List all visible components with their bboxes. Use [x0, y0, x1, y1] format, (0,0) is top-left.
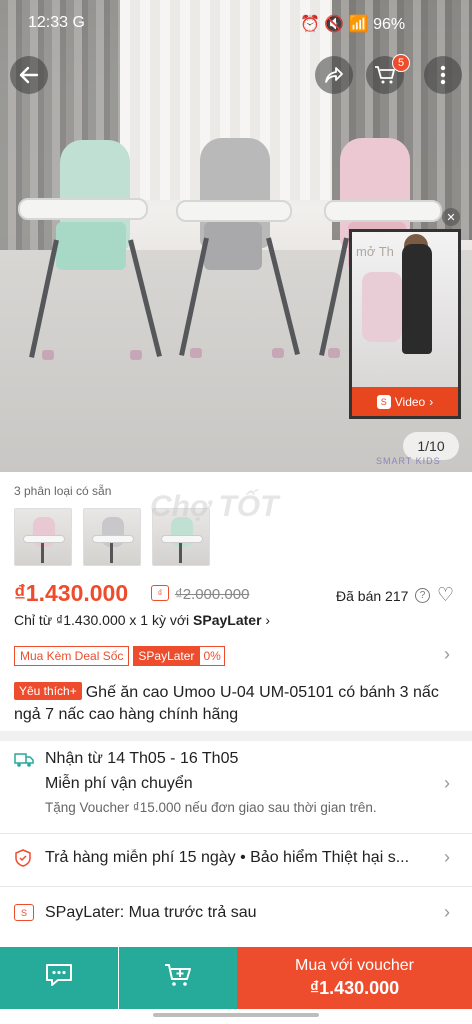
original-price: ₫2.000.000: [175, 586, 250, 603]
mute-icon: 🔇: [324, 16, 345, 33]
installment-brand: SPayLater: [193, 612, 262, 628]
chevron-right-icon: ›: [429, 394, 434, 409]
add-to-cart-button[interactable]: [119, 947, 237, 1009]
buy-label: Mua với voucher: [295, 957, 414, 974]
current-price: ₫1.430.000: [14, 580, 129, 606]
favorite-plus-badge: Yêu thích+: [14, 682, 82, 700]
status-time: 12:33 G: [28, 14, 85, 31]
brand-watermark: SMART KIDS: [376, 456, 441, 466]
high-chair-mint: [18, 140, 168, 370]
close-video-icon[interactable]: ✕: [442, 208, 460, 226]
chotot-watermark: Chợ TỐT: [150, 490, 279, 523]
wifi-icon: 📶: [348, 16, 369, 33]
chevron-right-icon[interactable]: ›: [444, 773, 450, 794]
return-policy[interactable]: Trả hàng miễn phí 15 ngày • Bảo hiểm Thi…: [45, 849, 443, 867]
cart-count-badge: 5: [392, 54, 410, 72]
shield-icon: [14, 849, 32, 872]
add-to-cart-icon: [163, 962, 193, 995]
status-icons: ⏰ 🔇 📶 96%: [300, 14, 405, 34]
chat-icon: [44, 962, 74, 995]
heart-icon[interactable]: ♡: [437, 584, 454, 607]
video-label: Video: [394, 394, 426, 409]
video-button[interactable]: S Video ›: [352, 387, 458, 416]
section-separator: [0, 731, 472, 741]
video-overlay-text: mở Th: [356, 244, 394, 259]
delivery-truck-icon: [14, 752, 34, 768]
spaylater-row[interactable]: SPayLater: Mua trước trả sau: [45, 904, 257, 922]
sold-count: Đã bán 217: [336, 588, 409, 604]
chevron-right-icon: ›: [265, 612, 271, 628]
chat-button[interactable]: [0, 947, 118, 1009]
battery-level: 96%: [373, 16, 406, 33]
product-image-gallery[interactable]: 12:33 G ⏰ 🔇 📶 96% 5 ✕ mở Th S Video › 1/…: [0, 0, 472, 472]
coin-voucher-icon: ₫: [151, 585, 169, 601]
video-chair: [362, 272, 402, 342]
share-icon[interactable]: [315, 56, 353, 94]
spaylater-tag-rate: 0%: [199, 646, 225, 666]
back-arrow-icon[interactable]: [10, 56, 48, 94]
chevron-right-icon[interactable]: ›: [444, 644, 450, 665]
divider: [0, 833, 472, 834]
chevron-right-icon[interactable]: ›: [444, 902, 450, 923]
chevron-right-icon[interactable]: ›: [444, 847, 450, 868]
buy-price: ₫1.430.000: [309, 978, 400, 998]
deal-tag: Mua Kèm Deal Sốc: [14, 646, 130, 666]
spaylater-tag-label: SPayLater: [133, 646, 200, 666]
video-person: [402, 244, 432, 354]
variants-label: 3 phân loại có sẵn: [14, 484, 112, 498]
high-chair-grey: [176, 138, 306, 368]
buy-with-voucher-button[interactable]: Mua với voucher ₫1.430.000: [237, 947, 472, 1009]
status-bar: 12:33 G ⏰ 🔇 📶 96%: [0, 12, 472, 38]
delivery-date: Nhận từ 14 Th05 - 16 Th05: [45, 750, 239, 767]
product-title: Yêu thích+ Ghế ăn cao Umoo U-04 UM-05101 …: [14, 682, 454, 726]
shopee-logo-icon: S: [376, 394, 391, 409]
installment-info[interactable]: Chỉ từ ₫1.430.000 x 1 kỳ với SPayLater ›: [14, 612, 270, 628]
variant-thumb-1[interactable]: [14, 508, 72, 566]
help-icon[interactable]: ?: [415, 588, 430, 603]
late-delivery-voucher: Tặng Voucher ₫15.000 nếu đơn giao sau th…: [45, 800, 377, 815]
spaylater-icon: S: [14, 904, 34, 921]
free-shipping: Miễn phí vận chuyển: [45, 775, 193, 792]
more-icon[interactable]: [424, 56, 462, 94]
variant-thumb-2[interactable]: [83, 508, 141, 566]
divider: [0, 886, 472, 887]
installment-text: Chỉ từ ₫1.430.000 x 1 kỳ với: [14, 612, 190, 628]
promo-tags[interactable]: Mua Kèm Deal Sốc SPayLater 0%: [14, 646, 225, 666]
alarm-icon: ⏰: [300, 16, 320, 33]
spaylater-tag: SPayLater 0%: [133, 646, 225, 666]
gesture-nav-handle[interactable]: [153, 1013, 319, 1017]
bottom-action-bar: Mua với voucher ₫1.430.000: [0, 947, 472, 1009]
video-preview[interactable]: mở Th S Video ›: [349, 229, 461, 419]
